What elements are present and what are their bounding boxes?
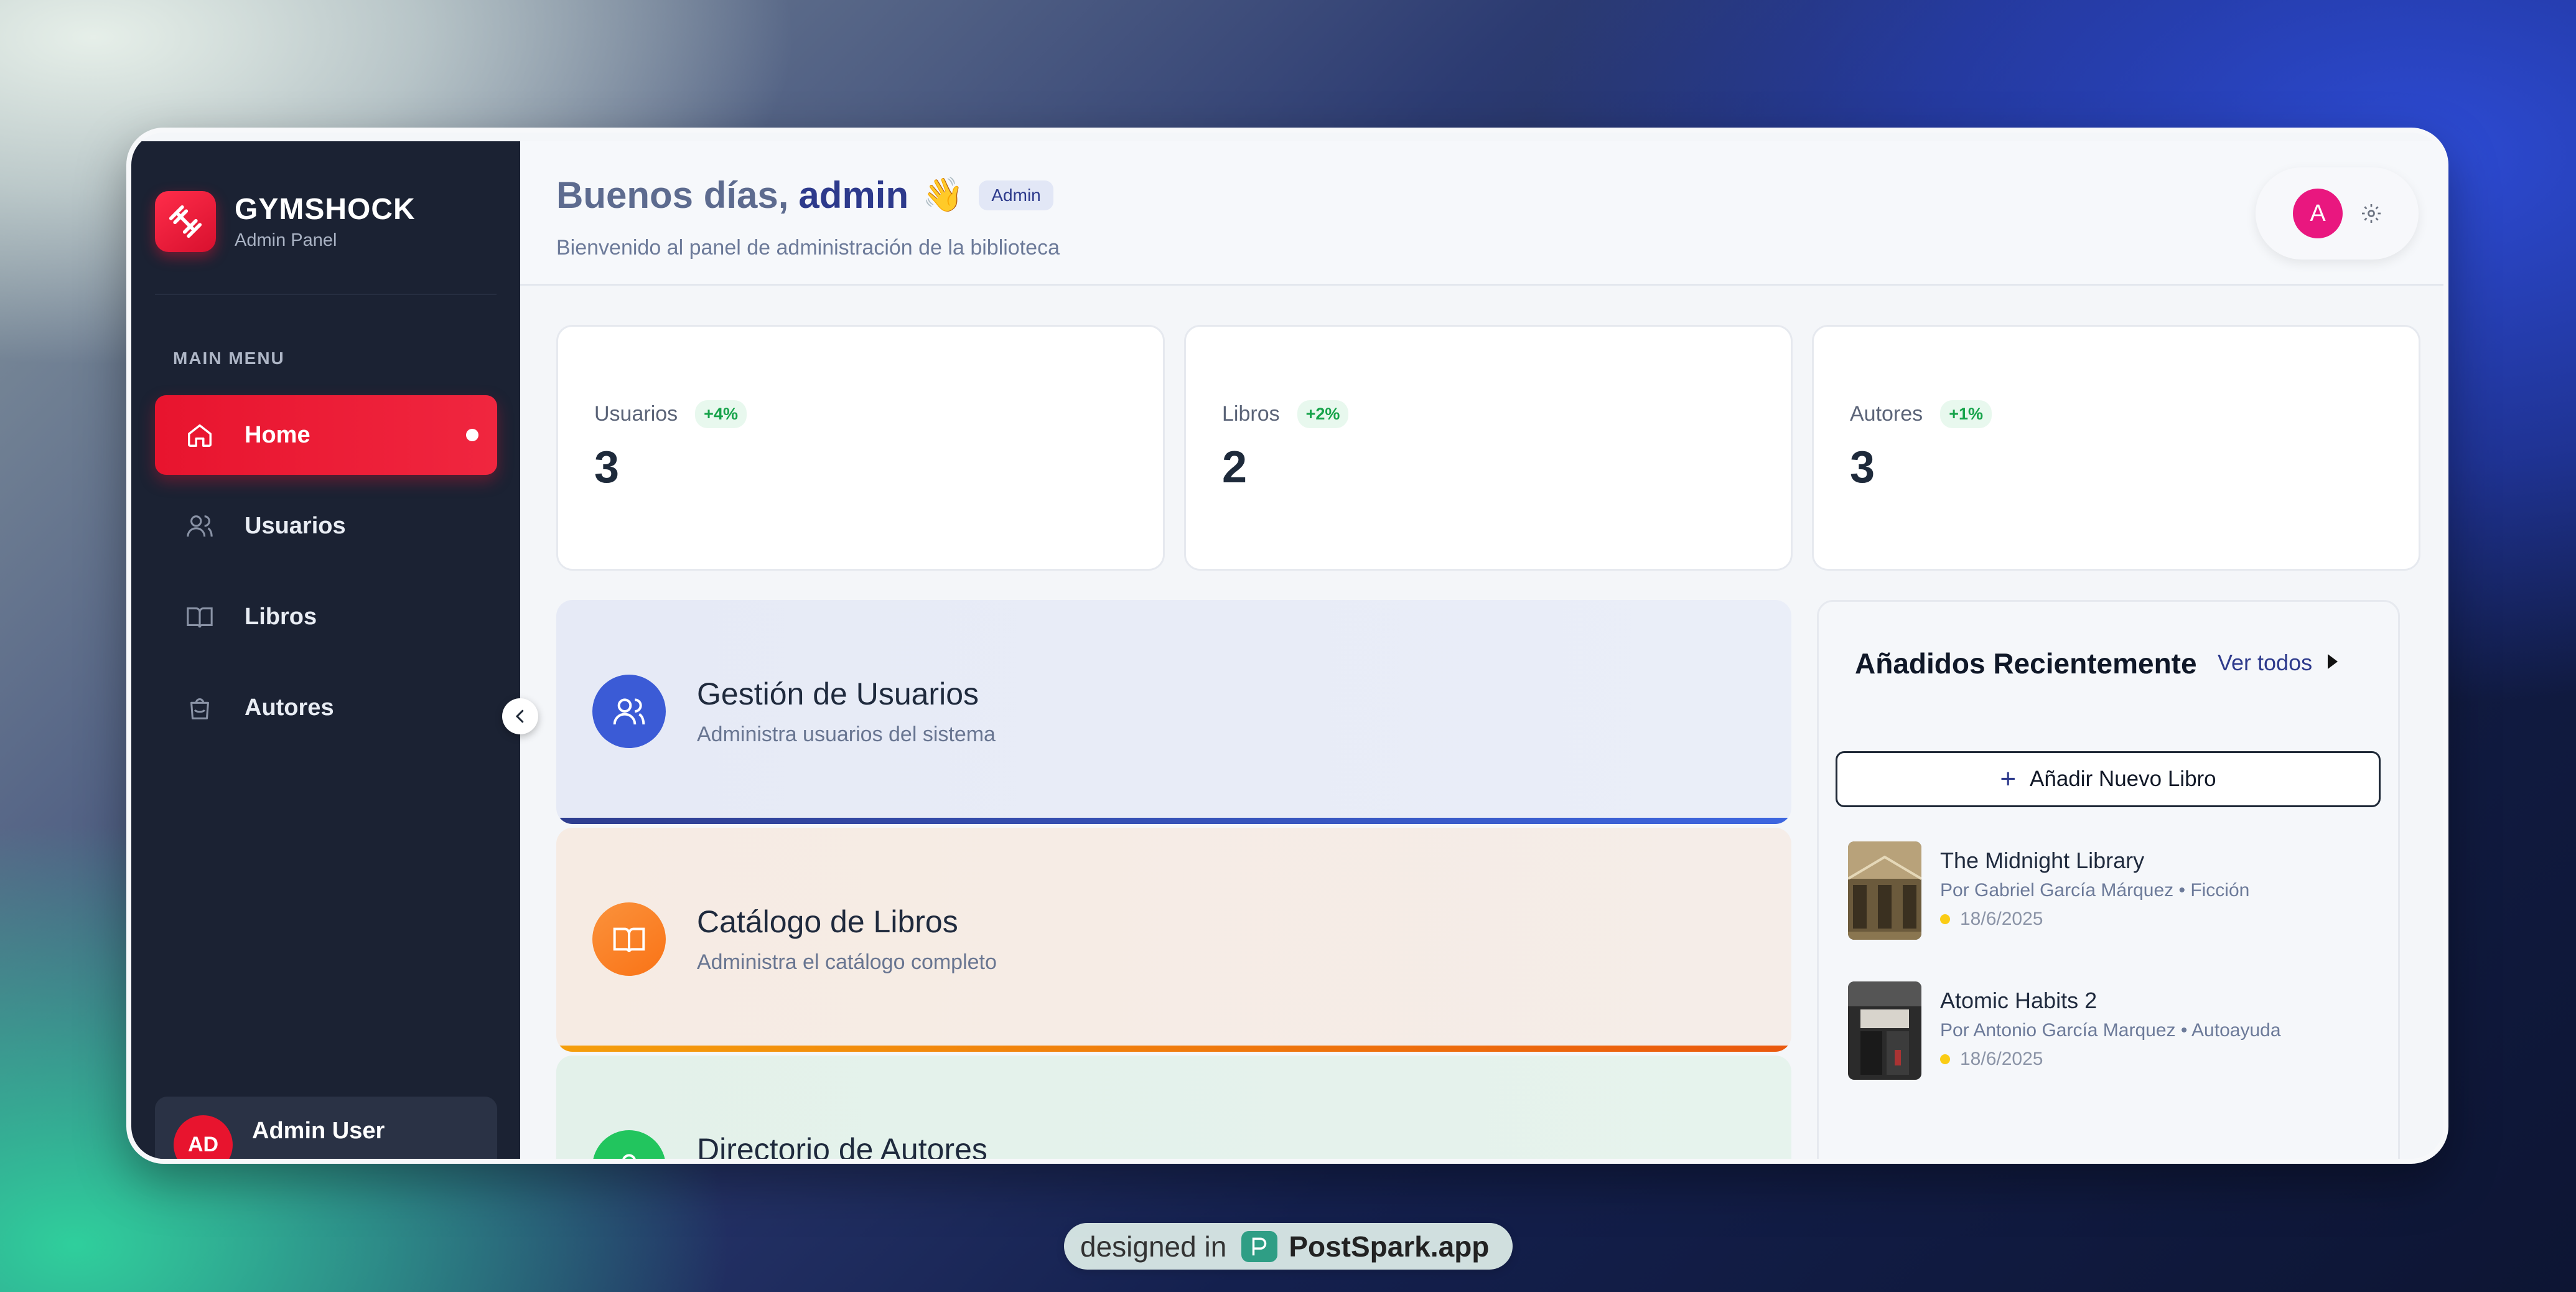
module-title: Catálogo de Libros: [697, 904, 958, 939]
stat-value: 2: [1222, 442, 1248, 492]
stat-label: Libros: [1222, 402, 1280, 426]
book-meta: Por Gabriel García Márquez • Ficción: [1940, 880, 2250, 901]
sidebar-item-autores[interactable]: Autores: [155, 668, 497, 747]
brand[interactable]: GYMSHOCK Admin Panel: [155, 191, 416, 252]
header-actions: A: [2256, 167, 2419, 260]
gear-icon[interactable]: [2359, 201, 2384, 226]
module-card-autores[interactable]: Directorio de Autores: [556, 1056, 1791, 1164]
book-title: Atomic Habits 2: [1940, 988, 2098, 1013]
status-dot: [1940, 914, 1950, 924]
user-card[interactable]: AD Admin User: [155, 1097, 497, 1159]
app-window: GYMSHOCK Admin Panel MAIN MENU Home Usua…: [126, 128, 2448, 1164]
module-card-usuarios[interactable]: Gestión de Usuarios Administra usuarios …: [556, 600, 1791, 824]
caret-right-icon[interactable]: [2328, 654, 2338, 669]
sidebar-item-label: Libros: [245, 603, 317, 630]
stat-card-usuarios[interactable]: Usuarios +4% 3: [556, 325, 1165, 571]
list-item[interactable]: Atomic Habits 2 Por Antonio García Marqu…: [1848, 981, 2371, 1081]
stat-delta-badge: +2%: [1297, 400, 1349, 428]
sidebar-item-libros[interactable]: Libros: [155, 577, 497, 657]
designed-in-badge[interactable]: designed in PostSpark.app: [1064, 1223, 1513, 1270]
stat-card-libros[interactable]: Libros +2% 2: [1184, 325, 1793, 571]
book-date: 18/6/2025: [1960, 909, 2043, 929]
stat-label: Autores: [1850, 402, 1923, 426]
module-title: Gestión de Usuarios: [697, 676, 979, 711]
book-cover: [1848, 841, 1921, 940]
stat-label: Usuarios: [594, 402, 678, 426]
divider: [155, 294, 497, 295]
menu-section-title: MAIN MENU: [173, 349, 285, 368]
add-book-label: Añadir Nuevo Libro: [2030, 767, 2216, 791]
greeting-name: admin: [798, 174, 909, 216]
add-book-button[interactable]: + Añadir Nuevo Libro: [1836, 751, 2381, 807]
list-item[interactable]: The Midnight Library Por Gabriel García …: [1848, 841, 2371, 941]
wave-icon: 👋: [922, 176, 964, 213]
module-title: Directorio de Autores: [697, 1132, 987, 1164]
accent-bar: [556, 1046, 1791, 1052]
avatar: AD: [174, 1115, 233, 1159]
stat-value: 3: [1850, 442, 1875, 492]
book-meta: Por Antonio García Marquez • Autoayuda: [1940, 1020, 2281, 1041]
accent-bar: [556, 818, 1791, 824]
main-content: Buenos días, admin 👋 Admin Bienvenido al…: [520, 141, 2443, 1159]
postspark-logo-icon: [1241, 1230, 1278, 1262]
page-header: Buenos días, admin 👋 Admin Bienvenido al…: [520, 141, 2443, 286]
user-icon: [592, 1130, 666, 1159]
stat-delta-badge: +1%: [1940, 400, 1992, 428]
role-badge: Admin: [979, 180, 1053, 210]
badge-prefix: designed in: [1080, 1230, 1227, 1263]
active-indicator: [466, 429, 478, 441]
book-open-icon: [184, 601, 216, 633]
book-date: 18/6/2025: [1960, 1049, 2043, 1069]
chevron-left-icon: [515, 709, 524, 723]
sidebar: GYMSHOCK Admin Panel MAIN MENU Home Usua…: [131, 141, 520, 1159]
sidebar-item-usuarios[interactable]: Usuarios: [155, 486, 497, 566]
bag-icon: [184, 691, 216, 724]
avatar[interactable]: A: [2293, 189, 2343, 238]
stat-value: 3: [594, 442, 620, 492]
greeting: Buenos días,: [556, 174, 789, 216]
book-open-icon: [592, 902, 666, 976]
view-all-link[interactable]: Ver todos: [2218, 650, 2312, 676]
user-name: Admin User: [252, 1118, 385, 1144]
recent-panel: Añadidos Recientemente Ver todos + Añadi…: [1817, 600, 2400, 1159]
brand-subtitle: Admin Panel: [235, 230, 337, 250]
stat-card-autores[interactable]: Autores +1% 3: [1812, 325, 2420, 571]
page-subtitle: Bienvenido al panel de administración de…: [556, 236, 1060, 260]
sidebar-item-label: Usuarios: [245, 512, 346, 539]
users-icon: [592, 675, 666, 748]
dumbbell-icon: [155, 191, 216, 252]
collapse-sidebar-button[interactable]: [502, 698, 538, 734]
brand-name: GYMSHOCK: [235, 193, 416, 226]
users-icon: [184, 510, 216, 542]
module-card-libros[interactable]: Catálogo de Libros Administra el catálog…: [556, 828, 1791, 1052]
book-title: The Midnight Library: [1940, 848, 2145, 873]
recent-title: Añadidos Recientemente: [1855, 647, 2197, 680]
sidebar-item-label: Home: [245, 421, 310, 448]
sidebar-item-label: Autores: [245, 694, 334, 721]
home-icon: [184, 419, 216, 451]
module-subtitle: Administra usuarios del sistema: [697, 723, 996, 746]
stat-delta-badge: +4%: [695, 400, 747, 428]
sidebar-item-home[interactable]: Home: [155, 395, 497, 475]
module-subtitle: Administra el catálogo completo: [697, 950, 997, 974]
badge-name: PostSpark.app: [1289, 1230, 1490, 1263]
plus-icon: +: [2000, 764, 2017, 794]
status-dot: [1940, 1054, 1950, 1064]
book-cover: [1848, 981, 1921, 1080]
